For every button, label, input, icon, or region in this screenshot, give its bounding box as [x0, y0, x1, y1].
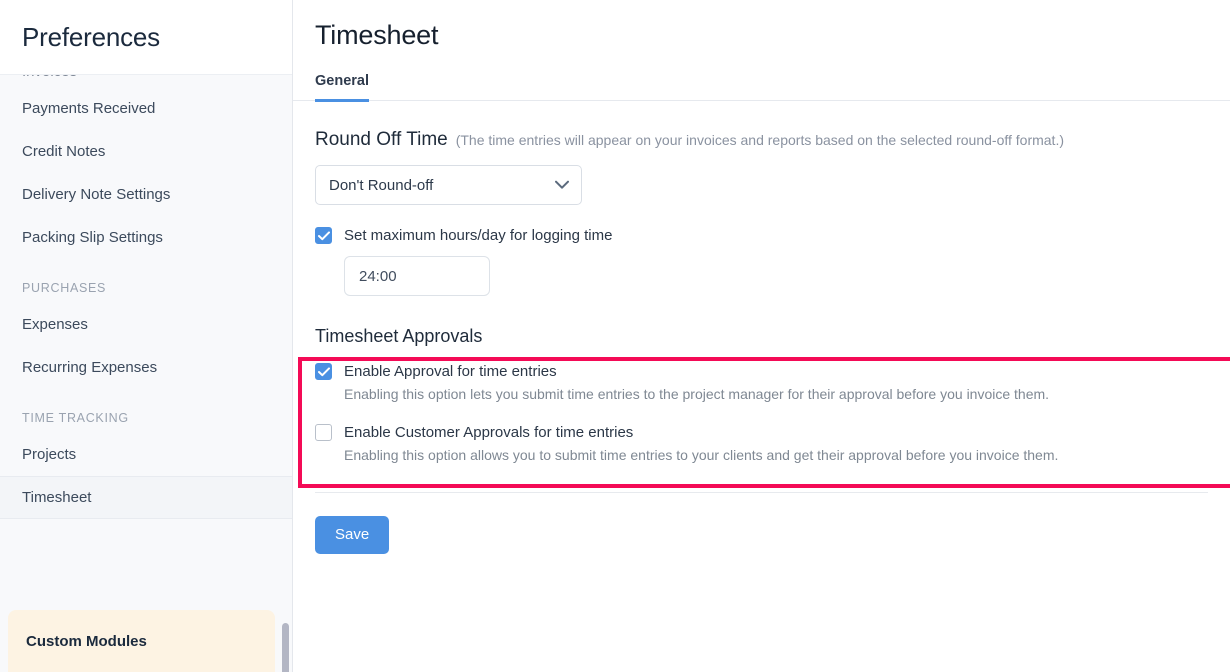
round-off-selected-value: Don't Round-off — [329, 176, 434, 194]
max-hours-label: Set maximum hours/day for logging time — [344, 227, 613, 244]
sidebar-item-label: Expenses — [22, 316, 88, 333]
sidebar-item-payments-received[interactable]: Payments Received — [0, 87, 292, 130]
settings-form: Round Off Time (The time entries will ap… — [293, 101, 1230, 554]
form-divider — [315, 491, 1208, 493]
round-off-section: Round Off Time (The time entries will ap… — [315, 101, 1208, 296]
enable-customer-approval-row[interactable]: Enable Customer Approvals for time entri… — [315, 423, 1208, 441]
max-hours-input[interactable]: 24:00 — [344, 256, 490, 296]
page-title: Preferences — [22, 21, 160, 52]
sidebar-clipped-item-label: Invoices — [22, 75, 77, 80]
sidebar-item-label: Recurring Expenses — [22, 359, 158, 376]
sidebar-item-timesheet[interactable]: Timesheet — [0, 476, 292, 519]
custom-modules-label: Custom Modules — [26, 632, 147, 650]
sidebar-item-delivery-note-settings[interactable]: Delivery Note Settings — [0, 173, 292, 216]
sidebar-item-projects[interactable]: Projects — [0, 433, 292, 476]
preferences-page: Preferences Invoices Payments Received C… — [0, 0, 1230, 672]
round-off-hint: (The time entries will appear on your in… — [455, 132, 1065, 148]
round-off-select[interactable]: Don't Round-off — [315, 165, 582, 205]
sidebar-group-purchases: PURCHASES — [22, 281, 107, 295]
round-off-select-wrap: Don't Round-off — [315, 165, 582, 205]
sidebar-item-credit-notes[interactable]: Credit Notes — [0, 130, 292, 173]
sidebar-nav-list: Invoices Payments Received Credit Notes … — [0, 74, 292, 672]
sidebar-group-time-tracking: TIME TRACKING — [22, 411, 129, 425]
enable-customer-approval-description: Enabling this option allows you to submi… — [344, 446, 1059, 463]
tab-bar: General — [293, 73, 1230, 102]
sidebar-item-recurring-expenses[interactable]: Recurring Expenses — [0, 346, 292, 389]
sidebar: Preferences Invoices Payments Received C… — [0, 0, 293, 672]
enable-customer-approval-checkbox[interactable] — [315, 423, 332, 441]
max-hours-checkbox[interactable] — [315, 227, 332, 244]
main-heading: Timesheet — [315, 20, 439, 50]
sidebar-item-label: Payments Received — [22, 100, 156, 117]
sidebar-header: Preferences — [0, 0, 292, 74]
enable-approval-row[interactable]: Enable Approval for time entries — [315, 363, 1208, 380]
sidebar-clipped-item: Invoices — [0, 75, 292, 87]
custom-modules-panel[interactable]: Custom Modules — [8, 610, 275, 672]
sidebar-item-label: Packing Slip Settings — [22, 229, 163, 246]
sidebar-item-expenses[interactable]: Expenses — [0, 303, 292, 346]
max-hours-value: 24:00 — [359, 267, 397, 285]
sidebar-item-label: Timesheet — [22, 489, 92, 506]
enable-approval-description: Enabling this option lets you submit tim… — [344, 386, 1050, 402]
max-hours-checkbox-row[interactable]: Set maximum hours/day for logging time — [315, 227, 1208, 244]
timesheet-approvals-section: Timesheet Approvals Enable Approval for … — [315, 296, 1208, 465]
timesheet-approvals-heading: Timesheet Approvals — [315, 326, 483, 346]
save-button[interactable]: Save — [315, 515, 390, 554]
tab-label: General — [315, 73, 369, 89]
sidebar-scrollbar-thumb[interactable] — [282, 623, 289, 672]
enable-approval-label: Enable Approval for time entries — [344, 363, 557, 380]
round-off-heading: Round Off Time — [315, 129, 448, 150]
sidebar-item-label: Projects — [22, 446, 77, 463]
main-content: Timesheet General Round Off Time (The ti… — [293, 0, 1230, 672]
tab-general[interactable]: General — [315, 73, 369, 102]
enable-approval-checkbox[interactable] — [315, 363, 332, 380]
round-off-heading-row: Round Off Time (The time entries will ap… — [315, 129, 1208, 151]
enable-customer-approval-label: Enable Customer Approvals for time entri… — [344, 423, 634, 441]
sidebar-item-label: Delivery Note Settings — [22, 186, 171, 203]
sidebar-item-label: Credit Notes — [22, 143, 106, 160]
sidebar-item-packing-slip-settings[interactable]: Packing Slip Settings — [0, 216, 292, 259]
